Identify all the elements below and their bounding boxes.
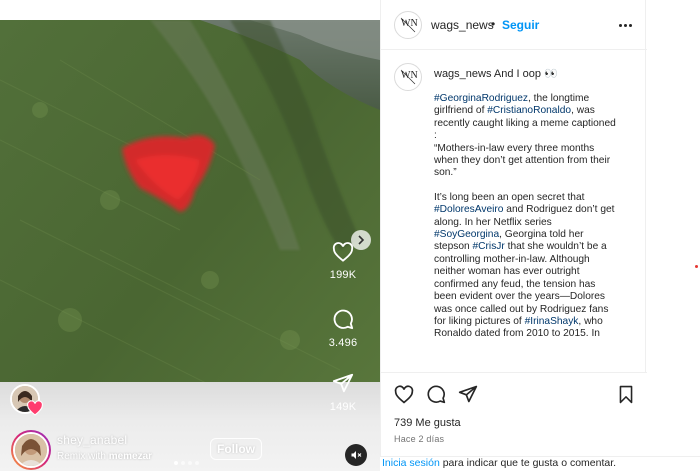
account-username[interactable]: wags_news [431, 18, 494, 32]
mute-toggle-button[interactable] [345, 444, 367, 466]
instagram-post-viewer: 199K 3.496 149K shey_anabel Remix with m… [0, 0, 700, 471]
caption-text-segment: that she wouldn’t be a controlling mothe… [434, 241, 609, 327]
comment-button[interactable] [425, 383, 447, 405]
save-button[interactable] [615, 383, 637, 405]
reel-like-count: 199K [329, 269, 357, 281]
login-prompt-text: para indicar que te gusta o comentar. [439, 457, 617, 469]
login-link[interactable]: Inicia sesión [382, 457, 440, 469]
paper-plane-icon [458, 385, 478, 403]
like-button[interactable] [393, 383, 415, 405]
caption-heading: wags_news And I oop 👀 [434, 68, 558, 80]
more-dots-icon-dot [628, 23, 632, 27]
reel-follow-button[interactable]: Follow [210, 438, 262, 460]
like-count[interactable]: 739 Me gusta [394, 417, 461, 429]
liked-badge [26, 400, 44, 421]
heart-icon [394, 384, 414, 403]
hashtag-link[interactable]: #GeorginaRodriguez [434, 93, 528, 104]
post-timestamp[interactable]: Hace 2 días [394, 434, 444, 444]
follow-button[interactable]: Seguir [502, 18, 539, 32]
bookmark-icon [619, 385, 633, 403]
comment-icon[interactable] [332, 308, 354, 330]
caption-paragraph: #GeorginaRodriguez, the longtime girlfri… [434, 93, 620, 180]
login-prompt: Inicia sesión para indicar que te gusta … [380, 456, 700, 471]
share-button[interactable] [457, 383, 479, 405]
page-dot [181, 461, 185, 465]
reel-creator-avatar[interactable] [11, 430, 51, 470]
hashtag-link[interactable]: #DoloresAveiro [434, 204, 503, 215]
paper-plane-icon[interactable] [332, 372, 354, 394]
page-dot [195, 461, 199, 465]
remix-prefix: Remix with [57, 451, 106, 462]
hashtag-link[interactable]: #CristianoRonaldo [487, 105, 571, 116]
hashtag-link[interactable]: #SoyGeorgina [434, 229, 499, 240]
chevron-right-icon [358, 235, 365, 245]
reel-comment-count: 3.496 [328, 337, 358, 349]
more-options-button[interactable] [616, 16, 634, 34]
remix-username[interactable]: memezar [109, 451, 152, 462]
page-marker-dot [695, 265, 698, 268]
reel-video[interactable]: 199K 3.496 149K [0, 20, 380, 471]
reel-creator-username[interactable]: shey_anabel [57, 433, 127, 447]
heart-badge-icon [27, 400, 43, 416]
svg-text:WN: WN [401, 18, 418, 29]
account-logo[interactable]: WN [394, 11, 422, 39]
more-dots-icon-dot [623, 23, 627, 27]
svg-text:WN: WN [401, 70, 418, 81]
reel-share-action[interactable]: 149K [320, 372, 366, 413]
media-page-dots [174, 461, 199, 465]
caption-text-segment: It’s long been an open secret that [434, 191, 585, 203]
separator-dot: • [491, 17, 496, 31]
post-header: WN wags_news • Seguir [381, 0, 647, 50]
caption-text-segment: “Mothers-in-law every three months when … [434, 142, 611, 179]
comment-icon [427, 385, 446, 404]
page-dot [174, 461, 178, 465]
post-details-panel: WN wags_news • Seguir WN wags_news And I… [380, 0, 647, 471]
hashtag-link[interactable]: #IrinaShayk [525, 316, 579, 327]
wn-logo-icon: WN [400, 69, 418, 85]
more-dots-icon [618, 23, 622, 27]
avatar [13, 432, 49, 468]
caption-paragraph: It’s long been an open secret that #Dolo… [434, 192, 620, 341]
reel-comment-action[interactable]: 3.496 [320, 308, 366, 349]
reel-share-count: 149K [329, 401, 357, 413]
heart-icon[interactable] [332, 242, 354, 262]
page-dot [188, 461, 192, 465]
avatar-image [15, 434, 47, 466]
next-media-button[interactable] [351, 230, 371, 250]
caption-account-logo[interactable]: WN [394, 63, 422, 91]
caption-scroll-area[interactable]: WN wags_news And I oop 👀 #GeorginaRodrig… [381, 51, 647, 372]
wn-logo-icon: WN [400, 17, 418, 33]
muted-speaker-icon [351, 451, 362, 459]
caption-text: #GeorginaRodriguez, the longtime girlfri… [434, 93, 620, 353]
hashtag-link[interactable]: #CrisJr [473, 241, 505, 252]
reel-remix-line: Remix with memezar [57, 451, 152, 462]
